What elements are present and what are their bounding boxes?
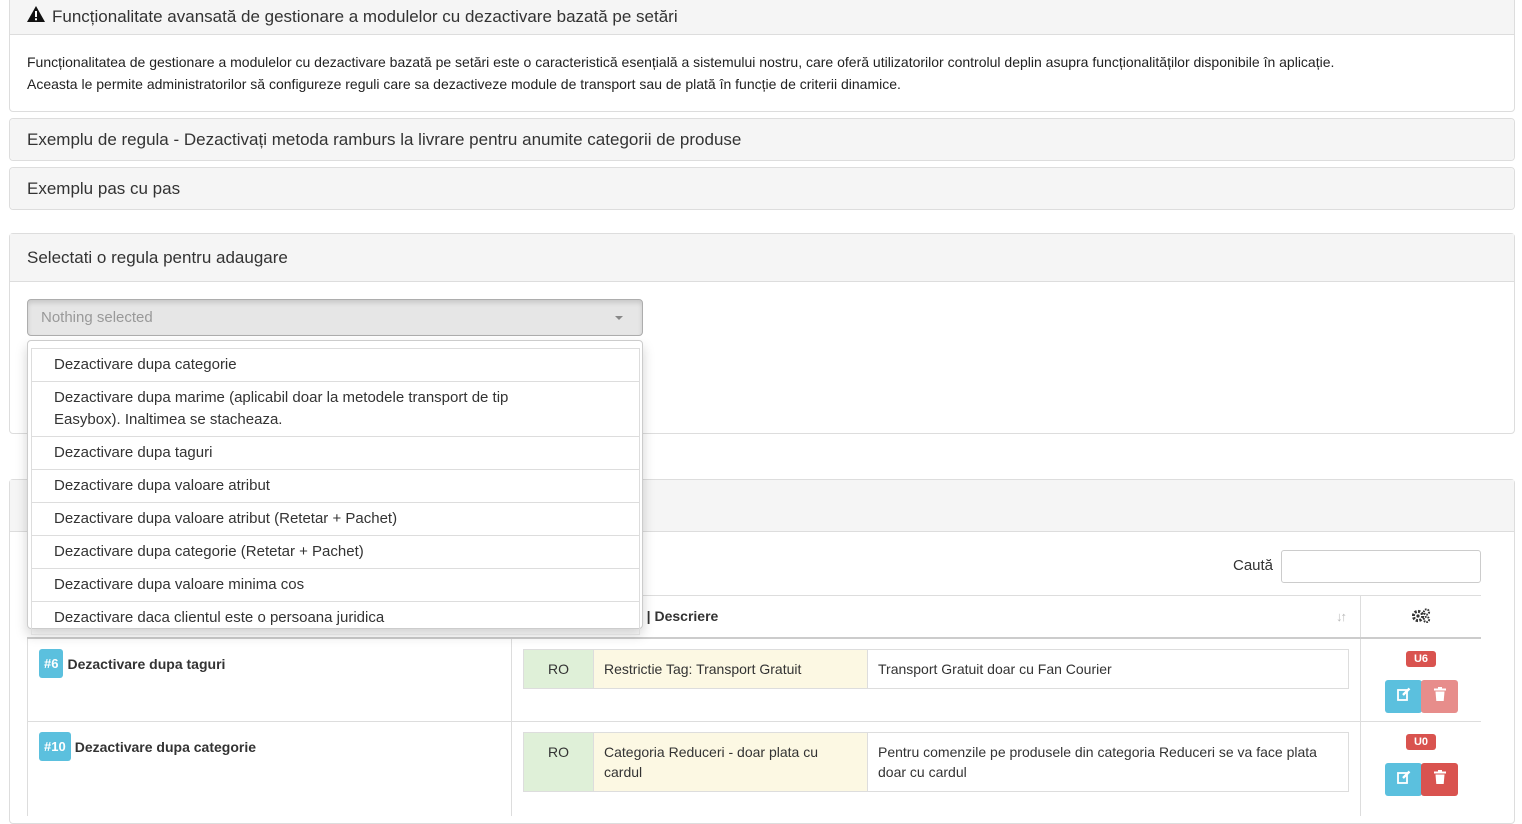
rule-select-value: Nothing selected: [41, 309, 153, 326]
rule-select-dropdown: Dezactivare dupa categorie Dezactivare d…: [27, 340, 643, 635]
step-by-step-panel: Exemplu pas cu pas: [9, 167, 1515, 210]
edit-button[interactable]: [1385, 680, 1422, 713]
table-header-border: [27, 637, 1481, 639]
example-rule-heading[interactable]: Exemplu de regula - Dezactivați metoda r…: [10, 119, 1514, 160]
dropdown-option[interactable]: Dezactivare dupa categorie (Retetar + Pa…: [31, 535, 640, 568]
gears-icon: [1411, 608, 1431, 628]
rule-id-badge: #6: [39, 649, 64, 678]
column-divider: [1360, 595, 1361, 816]
dropdown-option[interactable]: Dezactivare daca clientul este o persoan…: [31, 601, 640, 635]
table-row: #6 Dezactivare dupa taguri: [39, 649, 225, 678]
rule-title-cell: Restrictie Tag: Transport Gratuit: [594, 650, 868, 688]
edit-icon: [1396, 770, 1411, 789]
lang-cell: RO: [524, 650, 594, 688]
dropdown-option[interactable]: Dezactivare dupa valoare atribut (Reteta…: [31, 502, 640, 535]
warning-panel-title: Funcționalitate avansată de gestionare a…: [52, 6, 678, 26]
column-divider: [511, 637, 512, 816]
table-row: #10 Dezactivare dupa categorie: [39, 732, 256, 761]
translation-table: RO Categoria Reduceri - doar plata cu ca…: [523, 732, 1349, 792]
rule-name: Dezactivare dupa taguri: [67, 655, 226, 672]
lang-cell: RO: [524, 733, 594, 791]
translation-table: RO Restrictie Tag: Transport Gratuit Tra…: [523, 649, 1349, 689]
trash-icon: [1433, 770, 1446, 789]
row-separator: [27, 721, 1481, 722]
column-header-description[interactable]: e | Descriere: [635, 608, 718, 624]
delete-button[interactable]: [1421, 680, 1458, 713]
dropdown-option[interactable]: Dezactivare dupa valoare minima cos: [31, 568, 640, 601]
rule-description-cell: Transport Gratuit doar cu Fan Courier: [868, 650, 1348, 688]
chevron-down-icon: [615, 315, 623, 320]
select-rule-heading: Selectati o regula pentru adaugare: [10, 234, 1514, 282]
warning-panel-heading[interactable]: Funcționalitate avansată de gestionare a…: [10, 0, 1514, 35]
search-label: Caută: [1233, 557, 1274, 574]
edit-button[interactable]: [1385, 763, 1422, 796]
example-rule-panel: Exemplu de regula - Dezactivați metoda r…: [9, 118, 1515, 161]
rule-title-cell: Categoria Reduceri - doar plata cu cardu…: [594, 733, 868, 791]
warning-panel-body: Funcționalitatea de gestionare a modulel…: [10, 35, 1514, 95]
dropdown-option[interactable]: Dezactivare dupa marime (aplicabil doar …: [31, 381, 640, 436]
rule-name: Dezactivare dupa categorie: [74, 738, 256, 755]
delete-button[interactable]: [1421, 763, 1458, 796]
sort-icon[interactable]: ↓↑: [1336, 609, 1347, 624]
table-left-border: [27, 637, 28, 816]
trash-icon: [1433, 687, 1446, 706]
dropdown-option[interactable]: Dezactivare dupa valoare atribut: [31, 469, 640, 502]
usage-badge: U0: [1406, 734, 1436, 750]
search-input[interactable]: [1281, 550, 1481, 583]
warning-icon: [27, 6, 47, 27]
rule-select[interactable]: Nothing selected: [27, 299, 643, 336]
dropdown-option[interactable]: Dezactivare dupa categorie: [31, 348, 640, 381]
dropdown-option[interactable]: Dezactivare dupa taguri: [31, 436, 640, 469]
rule-description-cell: Pentru comenzile pe produsele din catego…: [868, 733, 1348, 791]
warning-body-line2: Aceasta le permite administratorilor să …: [27, 76, 901, 92]
warning-panel: Funcționalitate avansată de gestionare a…: [9, 0, 1515, 112]
rule-id-badge: #10: [39, 732, 71, 761]
edit-icon: [1396, 687, 1411, 706]
usage-badge: U6: [1406, 651, 1436, 667]
warning-body-line1: Funcționalitatea de gestionare a modulel…: [27, 54, 1335, 70]
step-by-step-heading[interactable]: Exemplu pas cu pas: [10, 168, 1514, 209]
